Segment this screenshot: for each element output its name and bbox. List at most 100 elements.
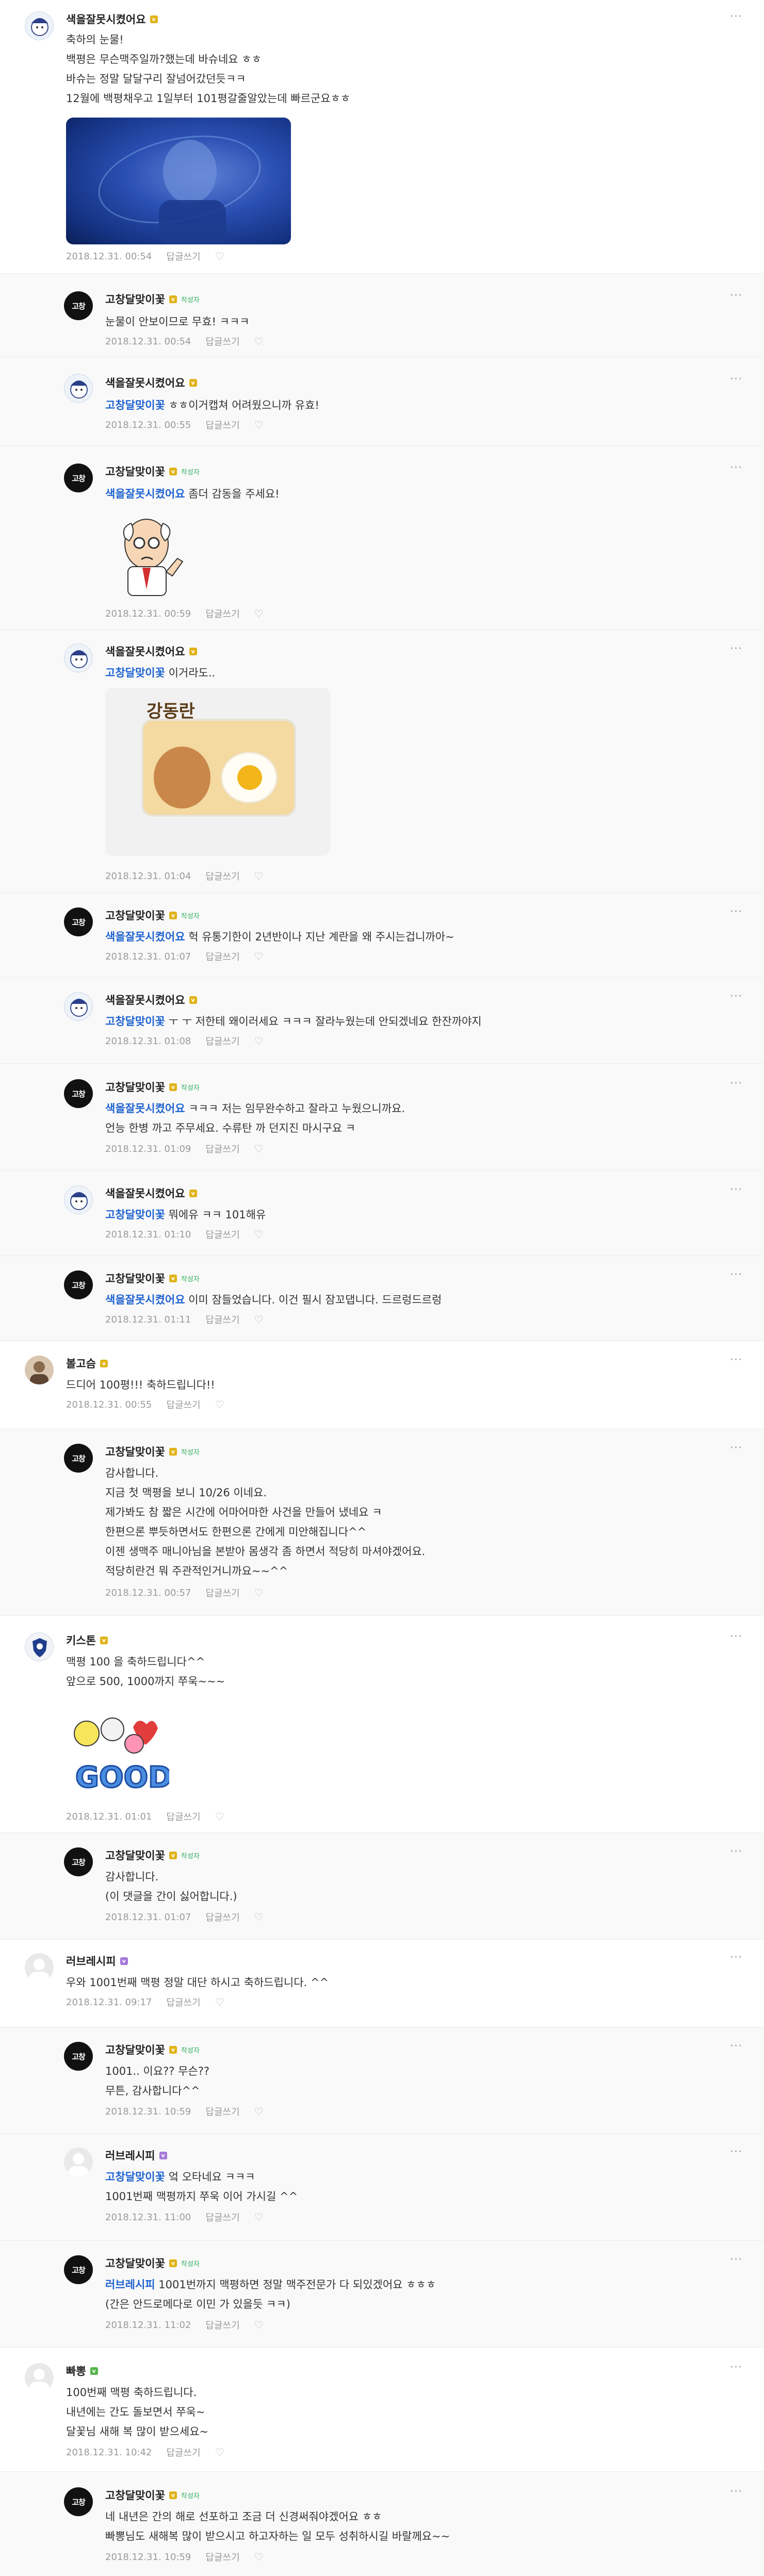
more-options-button[interactable]: ··· xyxy=(730,1845,742,1858)
more-options-button[interactable]: ··· xyxy=(730,1951,742,1964)
nickname[interactable]: 고창달맞이꽃 xyxy=(105,1847,165,1863)
reply-button[interactable]: 답글쓰기 xyxy=(205,607,239,620)
more-options-button[interactable]: ··· xyxy=(730,10,742,23)
professor-sticker[interactable] xyxy=(105,512,193,600)
reply-button[interactable]: 답글쓰기 xyxy=(166,250,200,263)
heart-icon[interactable]: ♡ xyxy=(254,1144,264,1154)
more-options-button[interactable]: ··· xyxy=(730,461,742,474)
nickname[interactable]: 키스톤 xyxy=(66,1632,96,1648)
avatar[interactable] xyxy=(25,1632,54,1661)
reply-button[interactable]: 답글쓰기 xyxy=(205,1910,239,1924)
nickname[interactable]: 러브레시피 xyxy=(66,1953,116,1969)
heart-icon[interactable]: ♡ xyxy=(254,2212,264,2222)
nickname[interactable]: 고창달맞이꽃 xyxy=(105,2255,165,2271)
reply-button[interactable]: 답글쓰기 xyxy=(205,1228,239,1241)
heart-icon[interactable]: ♡ xyxy=(254,1229,264,1240)
more-options-button[interactable]: ··· xyxy=(730,1183,742,1196)
reply-button[interactable]: 답글쓰기 xyxy=(205,869,239,883)
mention-link[interactable]: 고창달맞이꽃 xyxy=(105,1015,165,1028)
reply-button[interactable]: 답글쓰기 xyxy=(205,1142,239,1155)
more-options-button[interactable]: ··· xyxy=(730,2361,742,2374)
nickname[interactable]: 고창달맞이꽃 xyxy=(105,1270,165,1286)
nickname[interactable]: 고창달맞이꽃 xyxy=(105,2042,165,2057)
avatar[interactable]: 고창 xyxy=(64,1444,93,1473)
attached-photo-eggs[interactable]: 강동란 xyxy=(105,688,330,856)
reply-button[interactable]: 답글쓰기 xyxy=(205,2318,239,2332)
mention-link[interactable]: 색을잘못시켰어요 xyxy=(105,931,185,943)
attached-video-thumbnail[interactable] xyxy=(66,118,291,244)
more-options-button[interactable]: ··· xyxy=(730,642,742,655)
reply-button[interactable]: 답글쓰기 xyxy=(205,2550,239,2564)
nickname[interactable]: 고창달맞이꽃 xyxy=(105,907,165,923)
heart-icon[interactable]: ♡ xyxy=(254,420,264,430)
avatar[interactable]: 고창 xyxy=(64,2255,93,2284)
nickname[interactable]: 러브레시피 xyxy=(105,2148,155,2163)
reply-button[interactable]: 답글쓰기 xyxy=(166,1810,200,1823)
heart-icon[interactable]: ♡ xyxy=(215,1399,224,1410)
more-options-button[interactable]: ··· xyxy=(730,289,742,302)
mention-link[interactable]: 고창달맞이꽃 xyxy=(105,399,165,411)
more-options-button[interactable]: ··· xyxy=(730,2485,742,2498)
more-options-button[interactable]: ··· xyxy=(730,1077,742,1090)
heart-icon[interactable]: ♡ xyxy=(215,251,224,261)
heart-icon[interactable]: ♡ xyxy=(254,1912,264,1922)
reply-button[interactable]: 답글쓰기 xyxy=(166,1398,200,1411)
mention-link[interactable]: 러브레시피 xyxy=(105,2278,155,2291)
avatar[interactable] xyxy=(25,2363,54,2392)
avatar[interactable]: 고창 xyxy=(64,2042,93,2071)
avatar[interactable] xyxy=(64,2148,93,2176)
heart-icon[interactable]: ♡ xyxy=(254,951,264,962)
reply-button[interactable]: 답글쓰기 xyxy=(205,950,239,963)
mention-link[interactable]: 색을잘못시켰어요 xyxy=(105,488,185,500)
reply-button[interactable]: 답글쓰기 xyxy=(205,2105,239,2118)
nickname[interactable]: 볼고슴 xyxy=(66,1356,96,1371)
avatar[interactable]: 고창 xyxy=(64,291,93,320)
heart-icon[interactable]: ♡ xyxy=(254,336,264,346)
mention-link[interactable]: 색을잘못시켰어요 xyxy=(105,1102,185,1115)
nickname[interactable]: 빠뽕 xyxy=(66,2363,86,2379)
reply-button[interactable]: 답글쓰기 xyxy=(205,1586,239,1599)
more-options-button[interactable]: ··· xyxy=(730,373,742,386)
avatar[interactable] xyxy=(64,643,93,672)
nickname[interactable]: 고창달맞이꽃 xyxy=(105,2487,165,2503)
mention-link[interactable]: 고창달맞이꽃 xyxy=(105,1209,165,1221)
avatar[interactable] xyxy=(25,1356,54,1384)
nickname[interactable]: 색을잘못시켰어요 xyxy=(66,11,146,27)
nickname[interactable]: 색을잘못시켰어요 xyxy=(105,643,185,659)
more-options-button[interactable]: ··· xyxy=(730,1442,742,1455)
nickname[interactable]: 색을잘못시켰어요 xyxy=(105,375,185,390)
avatar[interactable] xyxy=(64,374,93,403)
avatar[interactable]: 고창 xyxy=(64,907,93,936)
heart-icon[interactable]: ♡ xyxy=(254,608,264,619)
heart-icon[interactable]: ♡ xyxy=(215,1811,224,1822)
avatar[interactable] xyxy=(64,1185,93,1214)
heart-icon[interactable]: ♡ xyxy=(254,1588,264,1598)
more-options-button[interactable]: ··· xyxy=(730,1268,742,1281)
avatar[interactable]: 고창 xyxy=(64,2487,93,2516)
avatar[interactable]: 고창 xyxy=(64,1079,93,1108)
reply-button[interactable]: 답글쓰기 xyxy=(205,418,239,432)
more-options-button[interactable]: ··· xyxy=(730,1630,742,1643)
more-options-button[interactable]: ··· xyxy=(730,2145,742,2158)
mention-link[interactable]: 고창달맞이꽃 xyxy=(105,667,165,679)
avatar[interactable] xyxy=(64,992,93,1021)
avatar[interactable]: 고창 xyxy=(64,1847,93,1876)
heart-icon[interactable]: ♡ xyxy=(215,2447,224,2457)
heart-icon[interactable]: ♡ xyxy=(254,1036,264,1046)
reply-button[interactable]: 답글쓰기 xyxy=(205,1034,239,1048)
avatar[interactable] xyxy=(25,11,54,40)
more-options-button[interactable]: ··· xyxy=(730,1353,742,1366)
nickname[interactable]: 고창달맞이꽃 xyxy=(105,1079,165,1095)
nickname[interactable]: 색을잘못시켰어요 xyxy=(105,992,185,1008)
mention-link[interactable]: 고창달맞이꽃 xyxy=(105,2171,165,2183)
more-options-button[interactable]: ··· xyxy=(730,2040,742,2053)
mention-link[interactable]: 색을잘못시켰어요 xyxy=(105,1294,185,1306)
heart-icon[interactable]: ♡ xyxy=(254,2552,264,2562)
heart-icon[interactable]: ♡ xyxy=(254,871,264,881)
reply-button[interactable]: 답글쓰기 xyxy=(205,1313,239,1326)
heart-icon[interactable]: ♡ xyxy=(254,2320,264,2330)
nickname[interactable]: 색을잘못시켰어요 xyxy=(105,1185,185,1201)
heart-icon[interactable]: ♡ xyxy=(254,2106,264,2117)
heart-icon[interactable]: ♡ xyxy=(254,1314,264,1325)
reply-button[interactable]: 답글쓰기 xyxy=(205,335,239,348)
